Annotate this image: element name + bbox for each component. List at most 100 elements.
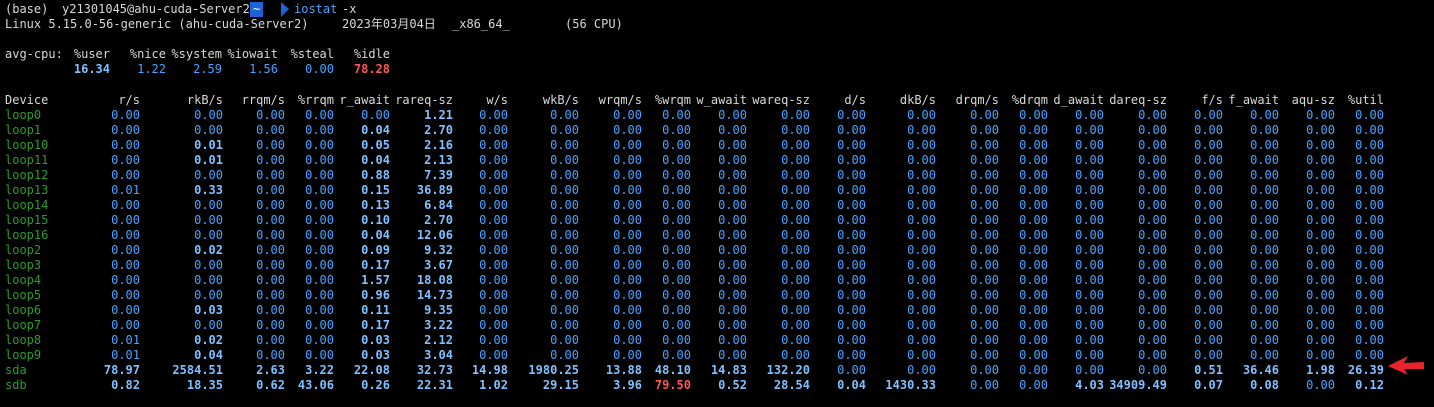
- table-cell-wrqm-s: 0.00: [613, 288, 642, 302]
- column-header: aqu-sz: [1291, 93, 1335, 107]
- table-cell-aqu-sz: 0.00: [1306, 108, 1335, 122]
- table-cell-r-await: 0.04: [361, 153, 390, 167]
- table-cell-d-await: 0.00: [1075, 108, 1104, 122]
- table-cell-w-s: 0.00: [479, 213, 508, 227]
- table-cell-d-s: 0.00: [837, 363, 866, 377]
- table-cell-w-await: 0.00: [718, 213, 747, 227]
- table-cell-wkb-s: 0.00: [550, 288, 579, 302]
- table-cell-wrqm-s: 0.00: [613, 108, 642, 122]
- table-cell-d-await: 0.00: [1075, 153, 1104, 167]
- table-cell-f-s: 0.00: [1194, 183, 1223, 197]
- table-cell-dkb-s: 0.00: [907, 363, 936, 377]
- table-row: loop1 0.00 0.00 0.00 0.00 0.04 2.70 0.00 0.00 0.0…: [0, 123, 1434, 138]
- table-row: loop3 0.00 0.00 0.00 0.00 0.17 3.67 0.00 0.00 0.0…: [0, 258, 1434, 273]
- table-cell-util: 0.00: [1355, 108, 1384, 122]
- table-cell-rkb-s: 0.00: [194, 258, 223, 272]
- table-cell-wareq-sz: 0.00: [781, 213, 810, 227]
- table-cell-aqu-sz: 1.98: [1306, 363, 1335, 377]
- table-cell-rkb-s: 0.04: [194, 348, 223, 362]
- table-cell-dareq-sz: 0.00: [1138, 363, 1167, 377]
- table-cell-r-await: 0.13: [361, 198, 390, 212]
- table-cell-r-s: 0.00: [111, 198, 140, 212]
- table-cell-r-await: 0.17: [361, 318, 390, 332]
- table-cell-d-await: 0.00: [1075, 138, 1104, 152]
- table-row: loop5 0.00 0.00 0.00 0.00 0.96 14.73 0.00 0.00 0.…: [0, 288, 1434, 303]
- table-cell-drqm-s: 0.00: [970, 318, 999, 332]
- table-cell-wkb-s: 0.00: [550, 243, 579, 257]
- table-cell-wkb-s: 0.00: [550, 348, 579, 362]
- cpu-value-row: 16.34 1.22 2.59 1.56 0.00 78.28: [0, 62, 1434, 77]
- device-name: loop0: [5, 108, 42, 122]
- table-cell-r-await: 22.08: [353, 363, 390, 377]
- table-cell-rrqm: 0.00: [305, 348, 334, 362]
- device-name: loop14: [5, 198, 49, 212]
- table-cell-rrqm-s: 0.00: [256, 303, 285, 317]
- table-cell-f-await: 0.00: [1250, 198, 1279, 212]
- cpu-system-value: 2.59: [193, 62, 222, 76]
- device-name: loop12: [5, 168, 49, 182]
- table-cell-drqm: 0.00: [1019, 258, 1048, 272]
- column-header: rkB/s: [186, 93, 223, 107]
- table-cell-wareq-sz: 0.00: [781, 258, 810, 272]
- table-cell-wrqm: 0.00: [662, 168, 691, 182]
- table-cell-r-s: 0.01: [111, 348, 140, 362]
- table-cell-rkb-s: 0.00: [194, 213, 223, 227]
- table-cell-dkb-s: 0.00: [907, 153, 936, 167]
- table-cell-d-await: 0.00: [1075, 183, 1104, 197]
- table-cell-dareq-sz: 0.00: [1138, 108, 1167, 122]
- command-args: -x: [342, 2, 357, 16]
- table-cell-rareq-sz: 3.22: [424, 318, 453, 332]
- table-cell-rkb-s: 0.33: [194, 183, 223, 197]
- table-cell-dareq-sz: 0.00: [1138, 183, 1167, 197]
- table-cell-drqm: 0.00: [1019, 243, 1048, 257]
- table-cell-wrqm: 48.10: [654, 363, 691, 377]
- table-cell-drqm-s: 0.00: [970, 243, 999, 257]
- table-cell-r-s: 0.00: [111, 213, 140, 227]
- table-row: loop16 0.00 0.00 0.00 0.00 0.04 12.06 0.00 0.00 0…: [0, 228, 1434, 243]
- table-cell-rrqm: 0.00: [305, 228, 334, 242]
- table-cell-rrqm-s: 0.00: [256, 198, 285, 212]
- table-cell-w-s: 0.00: [479, 243, 508, 257]
- table-cell-wrqm: 79.50: [654, 378, 691, 392]
- table-cell-f-s: 0.00: [1194, 273, 1223, 287]
- table-cell-wrqm-s: 0.00: [613, 303, 642, 317]
- table-cell-f-await: 0.00: [1250, 183, 1279, 197]
- table-cell-r-s: 0.01: [111, 333, 140, 347]
- table-cell-wareq-sz: 0.00: [781, 243, 810, 257]
- device-name: loop6: [5, 303, 42, 317]
- table-cell-drqm: 0.00: [1019, 378, 1048, 392]
- table-cell-util: 0.00: [1355, 243, 1384, 257]
- table-row: loop15 0.00 0.00 0.00 0.00 0.10 2.70 0.00 0.00 0.…: [0, 213, 1434, 228]
- table-cell-rrqm-s: 0.00: [256, 318, 285, 332]
- table-cell-d-await: 0.00: [1075, 303, 1104, 317]
- table-cell-w-await: 0.00: [718, 183, 747, 197]
- table-cell-r-s: 0.00: [111, 168, 140, 182]
- table-cell-dareq-sz: 0.00: [1138, 138, 1167, 152]
- table-cell-w-await: 0.00: [718, 198, 747, 212]
- table-cell-rkb-s: 0.00: [194, 288, 223, 302]
- table-cell-dareq-sz: 0.00: [1138, 243, 1167, 257]
- table-cell-wrqm: 0.00: [662, 108, 691, 122]
- table-cell-drqm-s: 0.00: [970, 258, 999, 272]
- table-cell-r-s: 0.00: [111, 123, 140, 137]
- table-cell-wkb-s: 29.15: [542, 378, 579, 392]
- table-row: loop2 0.00 0.02 0.00 0.00 0.09 9.32 0.00 0.00 0.0…: [0, 243, 1434, 258]
- table-cell-wkb-s: 0.00: [550, 213, 579, 227]
- column-header: d/s: [844, 93, 866, 107]
- table-cell-rrqm: 0.00: [305, 273, 334, 287]
- table-cell-rrqm-s: 0.00: [256, 348, 285, 362]
- table-cell-r-s: 0.00: [111, 273, 140, 287]
- table-cell-f-await: 0.00: [1250, 168, 1279, 182]
- table-cell-wrqm: 0.00: [662, 183, 691, 197]
- table-cell-dareq-sz: 34909.49: [1109, 378, 1167, 392]
- cpu-idle-value: 78.28: [353, 62, 390, 76]
- table-cell-w-await: 0.00: [718, 153, 747, 167]
- table-cell-rareq-sz: 9.32: [424, 243, 453, 257]
- table-cell-drqm-s: 0.00: [970, 108, 999, 122]
- table-cell-w-s: 0.00: [479, 123, 508, 137]
- table-cell-d-await: 0.00: [1075, 348, 1104, 362]
- table-cell-drqm-s: 0.00: [970, 303, 999, 317]
- table-cell-d-s: 0.00: [837, 153, 866, 167]
- table-cell-w-await: 0.00: [718, 348, 747, 362]
- table-cell-wrqm-s: 0.00: [613, 198, 642, 212]
